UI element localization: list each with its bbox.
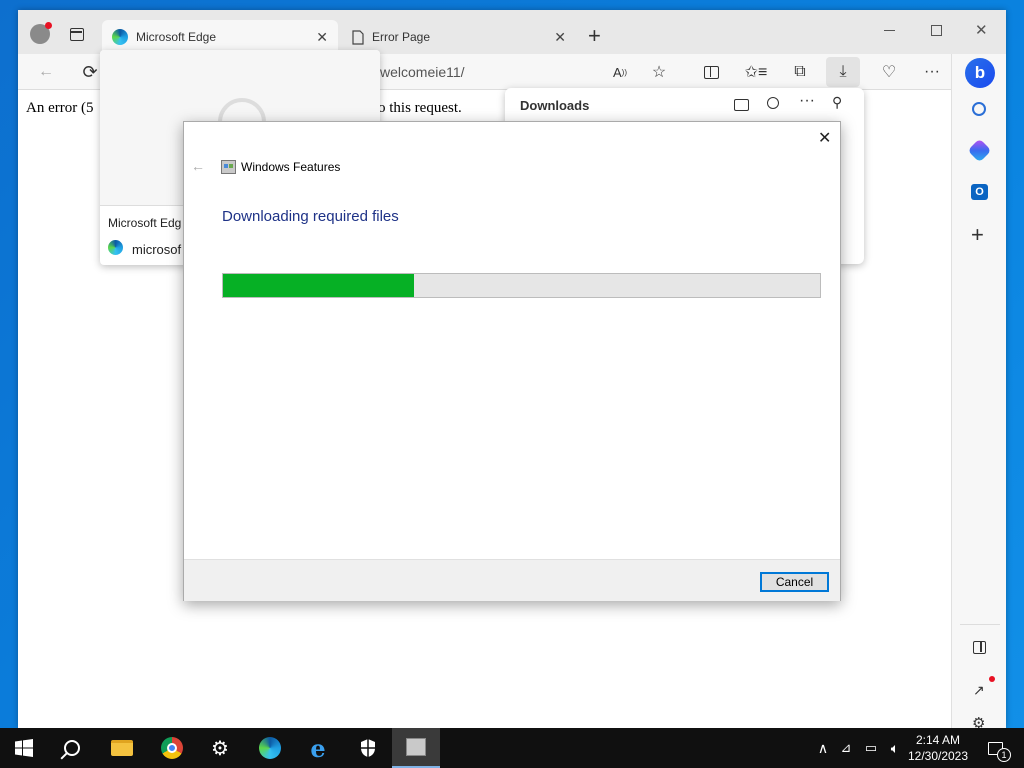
- clock-time: 2:14 AM: [915, 733, 961, 747]
- tab-title: Error Page: [372, 30, 431, 44]
- close-tab-icon[interactable]: ✕: [316, 29, 328, 46]
- minimize-button[interactable]: [884, 22, 898, 36]
- file-explorer-icon[interactable]: [98, 728, 146, 768]
- browser-essentials-icon[interactable]: ♡: [877, 60, 901, 84]
- read-aloud-icon[interactable]: A)): [608, 60, 632, 84]
- notification-dot-icon: [45, 22, 52, 29]
- progress-fill: [223, 274, 415, 297]
- hover-title: Microsoft Edg: [108, 216, 182, 230]
- search-taskbar-icon[interactable]: [48, 728, 96, 768]
- progress-bar: [222, 273, 821, 298]
- chrome-icon[interactable]: [148, 728, 196, 768]
- microsoft365-icon[interactable]: [967, 138, 992, 163]
- dialog-close-button[interactable]: ✕: [818, 128, 831, 148]
- edge-taskbar-icon[interactable]: [246, 728, 294, 768]
- edge-sidebar: b O + ↗ ⚙: [951, 54, 1006, 732]
- windows-logo-icon: [15, 739, 33, 757]
- error-text-left: An error (5: [26, 100, 94, 116]
- start-button[interactable]: [0, 728, 48, 768]
- favorite-star-icon[interactable]: ☆: [647, 60, 671, 84]
- add-sidebar-app-icon[interactable]: +: [971, 222, 984, 248]
- new-tab-button[interactable]: +: [588, 23, 601, 49]
- page-icon: [352, 29, 364, 45]
- downloads-title: Downloads: [520, 98, 590, 113]
- edge-logo-icon: [112, 29, 128, 45]
- clock[interactable]: 2:14 AM 12/30/2023: [906, 728, 970, 768]
- tab-title: Microsoft Edge: [136, 30, 217, 44]
- more-options-icon[interactable]: ···: [920, 60, 944, 84]
- dialog-footer: Cancel: [184, 559, 840, 601]
- maximize-button[interactable]: [931, 25, 942, 36]
- search-icon[interactable]: [972, 102, 986, 116]
- error-text-right: o this request.: [378, 100, 462, 116]
- hide-sidebar-icon[interactable]: [973, 641, 986, 654]
- taskbar: ⚙ e ∧ ⊿ ▭ 🔈︎ 2:14 AM 12/30/2023 1: [0, 728, 1024, 768]
- dialog-heading: Downloading required files: [222, 208, 399, 225]
- notification-count: 1: [997, 748, 1011, 762]
- favorites-icon[interactable]: ✩≡: [744, 60, 768, 84]
- clock-date: 12/30/2023: [907, 749, 969, 763]
- volume-muted-icon[interactable]: 🔈︎: [884, 728, 906, 768]
- profile-avatar[interactable]: [30, 22, 52, 44]
- refresh-icon[interactable]: ⟳: [78, 60, 102, 84]
- sidebar-divider: [960, 624, 1000, 625]
- tab-error-page[interactable]: Error Page ✕: [340, 20, 576, 54]
- tab-strip: Microsoft Edge ✕ Error Page ✕ + ✕: [18, 10, 1006, 54]
- close-tab-icon[interactable]: ✕: [554, 29, 566, 46]
- tab-actions-icon[interactable]: [70, 28, 84, 41]
- close-window-button[interactable]: ✕: [975, 21, 988, 39]
- collections-icon[interactable]: ⧉: [788, 60, 812, 84]
- dialog-app-title: Windows Features: [241, 160, 341, 174]
- pin-icon[interactable]: ⚲: [832, 94, 842, 111]
- dialog-back-icon[interactable]: ←: [191, 158, 205, 174]
- network-icon[interactable]: ▭: [860, 728, 882, 768]
- show-hidden-icons-button[interactable]: ∧: [812, 728, 834, 768]
- outlook-icon[interactable]: O: [971, 184, 988, 200]
- more-downloads-options-icon[interactable]: ···: [799, 92, 815, 110]
- windows-security-icon[interactable]: [344, 728, 392, 768]
- address-text[interactable]: welcomeie11/: [380, 64, 465, 80]
- search-downloads-icon[interactable]: [767, 97, 779, 109]
- open-folder-icon[interactable]: [734, 99, 749, 111]
- windows-features-taskbar-icon[interactable]: [392, 728, 440, 768]
- back-icon[interactable]: ←: [34, 60, 58, 84]
- split-screen-icon[interactable]: [699, 60, 723, 84]
- bing-copilot-icon[interactable]: b: [965, 58, 995, 88]
- internet-explorer-icon[interactable]: e: [294, 728, 342, 768]
- windows-features-dialog: ✕ ← Windows Features Downloading require…: [183, 121, 841, 601]
- notifications-button[interactable]: 1: [980, 728, 1011, 768]
- cancel-button[interactable]: Cancel: [760, 572, 829, 592]
- downloads-icon[interactable]: ⤓: [826, 57, 860, 87]
- edge-logo-icon: [108, 240, 123, 255]
- windows-features-icon: [221, 160, 236, 174]
- network-disconnected-icon[interactable]: ⊿: [836, 728, 856, 768]
- settings-icon[interactable]: ⚙: [196, 728, 244, 768]
- hover-url: microsof: [132, 242, 182, 257]
- external-link-icon[interactable]: ↗: [973, 682, 985, 699]
- external-link-dot-icon: [989, 676, 995, 682]
- tab-microsoft-edge[interactable]: Microsoft Edge ✕: [102, 20, 338, 54]
